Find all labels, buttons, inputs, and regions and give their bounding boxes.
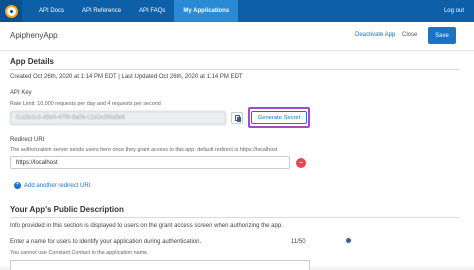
copy-icon <box>234 115 241 122</box>
name-prompt-text: Enter a name for users to identify your … <box>10 239 202 245</box>
app-title: ApiphenyApp <box>10 31 58 40</box>
redirect-help-text: The authorization server sends users her… <box>10 147 278 153</box>
brand-logo-icon <box>4 4 18 18</box>
generate-secret-button[interactable]: Generate Secret <box>251 111 307 124</box>
info-icon[interactable] <box>346 238 351 243</box>
created-updated-text: Created Oct 26th, 2020 at 1:14 PM EDT | … <box>10 74 243 80</box>
top-nav: API Docs API Reference API FAQs My Appli… <box>30 0 239 22</box>
nav-api-faqs[interactable]: API FAQs <box>130 0 174 22</box>
remove-redirect-icon[interactable]: − <box>296 158 306 168</box>
divider <box>10 69 460 70</box>
divider <box>10 217 460 218</box>
app-header: ApiphenyApp Deactivate App Close Save <box>0 22 474 51</box>
top-navigation-bar: API Docs API Reference API FAQs My Appli… <box>0 0 474 22</box>
plus-icon: + <box>14 182 21 189</box>
logo[interactable] <box>0 0 22 22</box>
redirect-uri-input[interactable]: https://localhost <box>10 156 290 169</box>
main-content: App Details Created Oct 26th, 2020 at 1:… <box>0 51 474 270</box>
save-button[interactable]: Save <box>428 27 456 44</box>
api-key-label: API Key <box>10 90 32 96</box>
nav-api-docs[interactable]: API Docs <box>30 0 73 22</box>
name-char-count: 11/50 <box>291 239 306 245</box>
name-restriction-text: You cannot use Constant Contact in the a… <box>10 250 149 256</box>
deactivate-app-link[interactable]: Deactivate App <box>355 32 395 38</box>
add-redirect-label: Add another redirect URI <box>24 182 91 189</box>
redirect-uri-label: Redirect URI <box>10 137 45 143</box>
add-redirect-link[interactable]: + Add another redirect URI <box>14 182 90 189</box>
rate-limit-text: Rate Limit: 10,000 requests per day and … <box>10 101 161 107</box>
app-details-title: App Details <box>10 57 55 66</box>
nav-api-reference[interactable]: API Reference <box>73 0 130 22</box>
public-info-text: Info provided in this section is display… <box>10 223 283 229</box>
nav-my-applications[interactable]: My Applications <box>174 0 239 22</box>
close-link[interactable]: Close <box>402 32 417 38</box>
copy-button[interactable] <box>231 112 243 124</box>
api-key-field[interactable]: f1a2b3c4-d5e6-47f8-9a0b-c1d2e3f4a5b6 <box>10 111 226 125</box>
public-description-title: Your App's Public Description <box>10 205 124 214</box>
logout-link[interactable]: Log out <box>444 0 464 22</box>
app-name-input[interactable] <box>10 260 310 270</box>
